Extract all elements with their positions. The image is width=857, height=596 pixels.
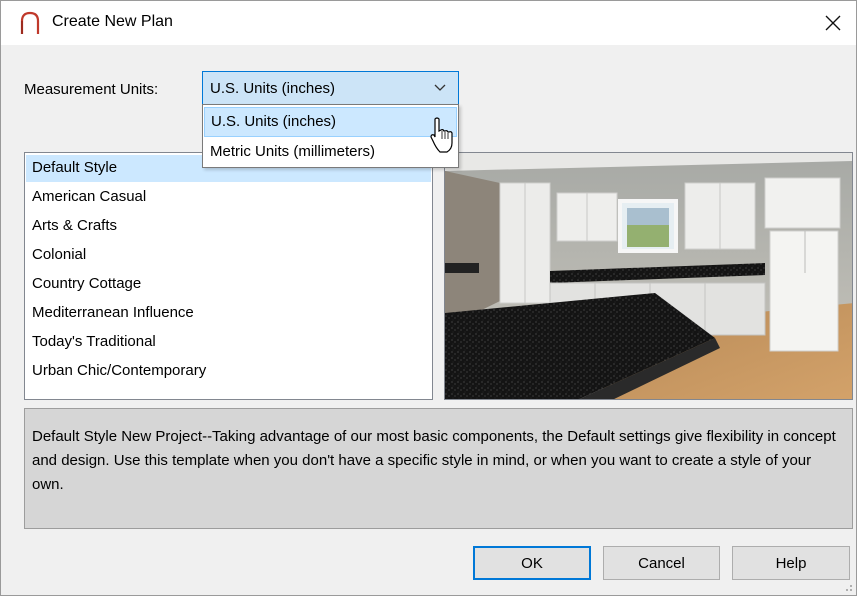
ok-button[interactable]: OK <box>473 546 591 580</box>
style-preview-image <box>444 152 853 400</box>
create-new-plan-dialog: Create New Plan Measurement Units: U.S. … <box>0 0 857 596</box>
option-metric-units[interactable]: Metric Units (millimeters) <box>204 138 457 168</box>
measurement-units-select[interactable]: U.S. Units (inches) <box>202 71 459 105</box>
style-item-colonial[interactable]: Colonial <box>26 242 431 269</box>
help-button[interactable]: Help <box>732 546 850 580</box>
style-description: Default Style New Project--Taking advant… <box>24 408 853 529</box>
style-item-country-cottage[interactable]: Country Cottage <box>26 271 431 298</box>
style-item-urban-chic[interactable]: Urban Chic/Contemporary <box>26 358 431 385</box>
style-list[interactable]: Default Style American Casual Arts & Cra… <box>24 152 433 400</box>
kitchen-preview-image <box>445 153 852 399</box>
style-item-american-casual[interactable]: American Casual <box>26 184 431 211</box>
resize-grip-icon[interactable] <box>843 582 853 592</box>
option-us-units[interactable]: U.S. Units (inches) <box>204 107 457 137</box>
cancel-button[interactable]: Cancel <box>603 546 720 580</box>
close-button[interactable] <box>810 1 856 45</box>
measurement-units-value: U.S. Units (inches) <box>210 80 336 97</box>
measurement-units-label: Measurement Units: <box>24 81 159 98</box>
style-item-arts-crafts[interactable]: Arts & Crafts <box>26 213 431 240</box>
close-icon <box>825 15 841 31</box>
title-bar: Create New Plan <box>1 1 856 45</box>
measurement-units-dropdown: U.S. Units (inches) Metric Units (millim… <box>202 104 459 168</box>
chevron-down-icon <box>434 84 446 91</box>
window-title: Create New Plan <box>52 13 173 30</box>
mouse-pointer-hand-icon <box>430 117 453 153</box>
arch-icon <box>20 11 40 34</box>
style-item-mediterranean-influence[interactable]: Mediterranean Influence <box>26 300 431 327</box>
style-item-todays-traditional[interactable]: Today's Traditional <box>26 329 431 356</box>
